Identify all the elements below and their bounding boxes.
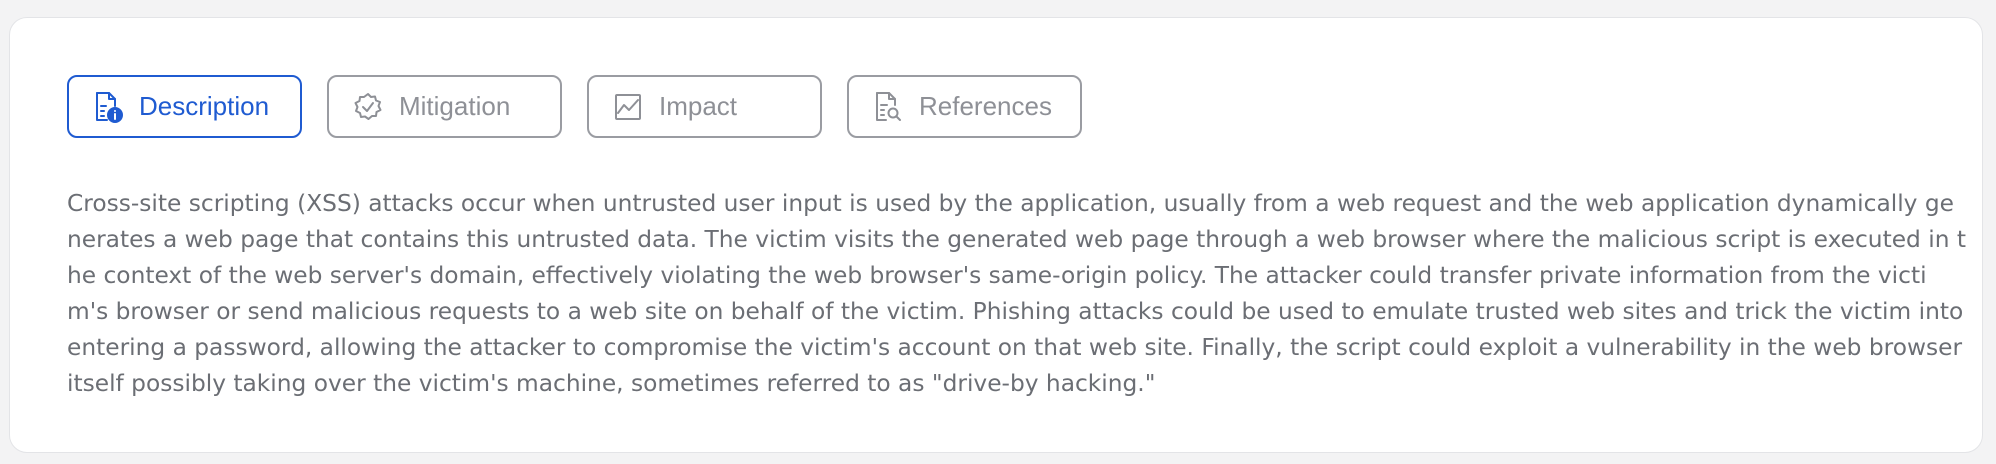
description-text: Cross-site scripting (XSS) attacks occur… [67, 190, 1967, 397]
tab-description[interactable]: Description [67, 75, 302, 138]
badge-check-icon [353, 91, 383, 123]
detail-card: Description Mitigation Impact References… [9, 17, 1983, 453]
tab-bar: Description Mitigation Impact References [67, 75, 1082, 138]
tab-label: Mitigation [399, 91, 511, 121]
tab-label: Impact [659, 91, 738, 121]
tab-label: References [919, 91, 1052, 121]
tab-mitigation[interactable]: Mitigation [327, 75, 562, 138]
document-info-icon [93, 91, 123, 123]
tab-label: Description [139, 91, 270, 121]
tab-references[interactable]: References [847, 75, 1082, 138]
chart-line-icon [613, 91, 643, 123]
tab-impact[interactable]: Impact [587, 75, 822, 138]
document-search-icon [873, 91, 903, 123]
